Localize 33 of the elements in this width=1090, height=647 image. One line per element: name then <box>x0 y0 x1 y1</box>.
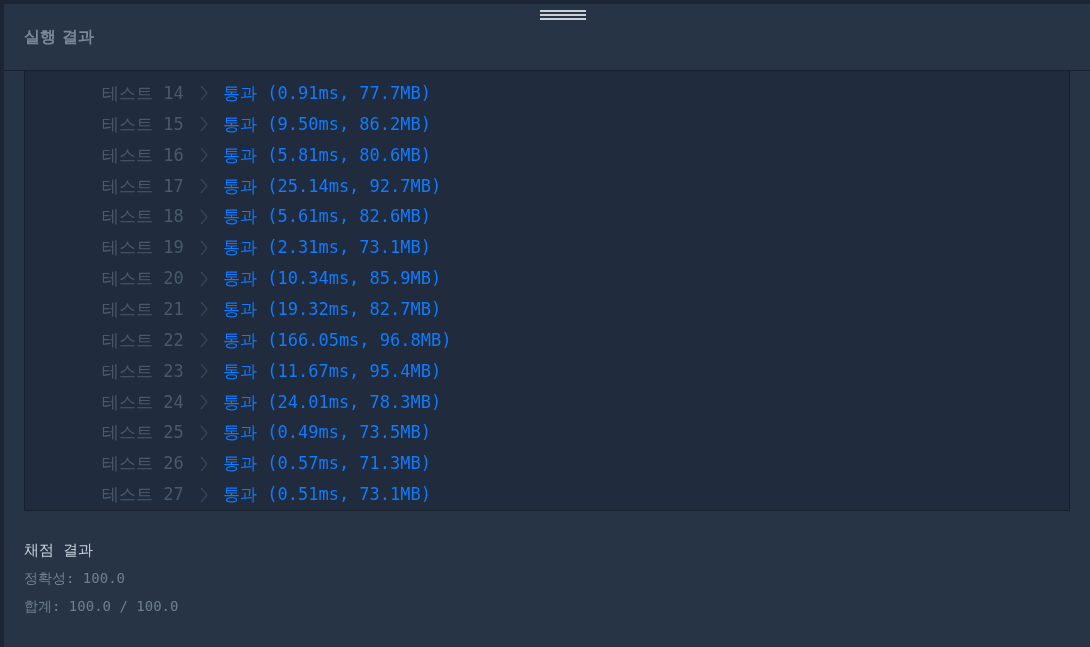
chevron-right-icon <box>200 270 208 287</box>
chevron-right-icon <box>200 178 208 194</box>
drag-handle-icon[interactable] <box>540 8 586 22</box>
test-result: 통과 (25.14ms, 92.7MB) <box>223 174 442 198</box>
chevron-right-icon <box>200 208 208 225</box>
chevron-right-icon <box>200 455 208 472</box>
chevron-right-icon <box>200 332 208 349</box>
panel-title: 실행 결과 <box>24 26 94 48</box>
test-result: 통과 (2.31ms, 73.1MB) <box>223 236 431 260</box>
chevron-right-icon <box>200 147 208 164</box>
chevron-right-icon <box>200 85 208 102</box>
test-result: 통과 (24.01ms, 78.3MB) <box>223 390 442 414</box>
chevron-right-icon <box>200 301 208 318</box>
test-result: 통과 (5.61ms, 82.6MB) <box>223 205 431 229</box>
test-result: 통과 (0.57ms, 71.3MB) <box>223 452 431 476</box>
chevron-right-icon <box>200 486 208 503</box>
test-result: 통과 (0.51ms, 73.1MB) <box>223 483 431 507</box>
test-result: 통과 (11.67ms, 95.4MB) <box>223 359 442 383</box>
test-result: 통과 (19.32ms, 82.7MB) <box>223 297 442 321</box>
test-result: 통과 (0.91ms, 77.7MB) <box>223 81 431 105</box>
chevron-right-icon <box>200 116 208 133</box>
grading-line: 합계: 100.0 / 100.0 <box>24 598 180 616</box>
grading-line: 정확성: 100.0 <box>24 570 126 588</box>
chevron-right-icon <box>200 424 208 441</box>
chevron-right-icon <box>200 239 208 256</box>
test-result: 통과 (9.50ms, 86.2MB) <box>223 112 431 136</box>
chevron-right-icon <box>200 394 208 410</box>
chevron-right-icon <box>200 363 208 380</box>
test-result: 통과 (0.49ms, 73.5MB) <box>223 421 431 445</box>
test-result: 통과 (166.05ms, 96.8MB) <box>223 328 452 352</box>
test-result: 통과 (10.34ms, 85.9MB) <box>223 267 442 291</box>
test-result: 통과 (5.81ms, 80.6MB) <box>223 143 431 167</box>
grading-title: 채점 결과 <box>24 541 95 560</box>
